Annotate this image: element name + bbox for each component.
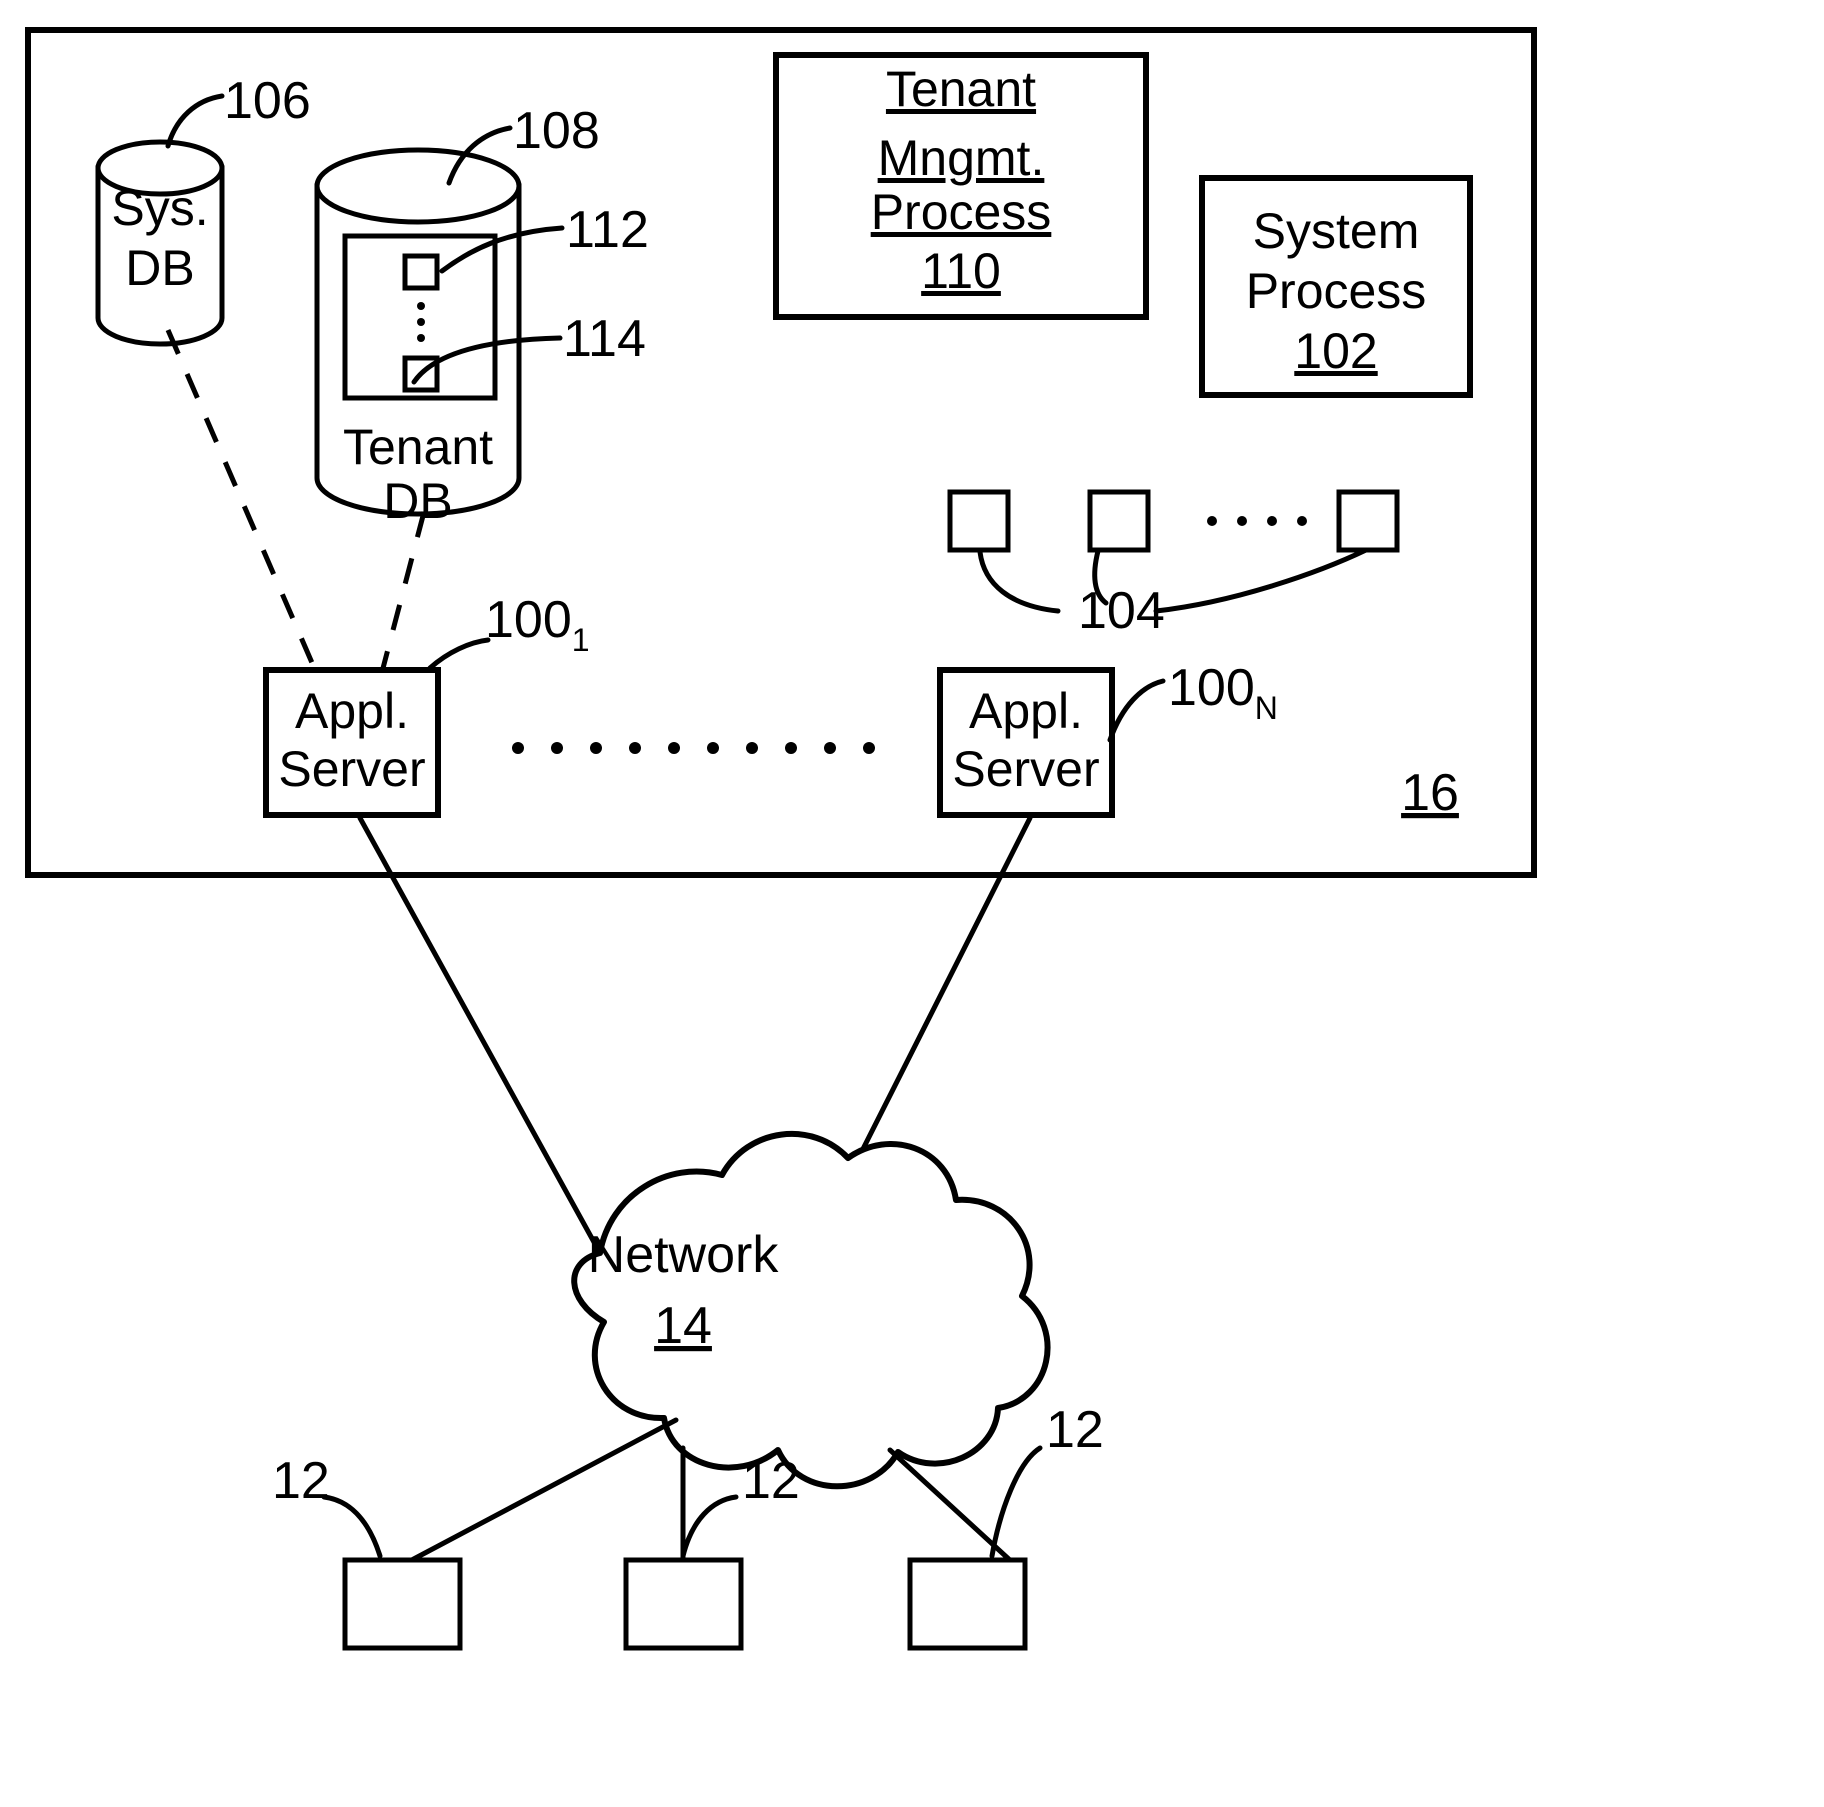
system-process-line2: Process	[1246, 263, 1427, 319]
network-ref-14: 14	[654, 1297, 712, 1355]
app-server-1-label-line2: Server	[278, 741, 425, 797]
figure-canvas: Sys. DB Tenant DB 106 108 112 114 Tenant…	[0, 0, 1824, 1807]
tenant-db-label-line1: Tenant	[343, 419, 493, 475]
sys-db-label-line1: Sys.	[111, 180, 208, 236]
ref-12-center: 12	[742, 1452, 800, 1510]
ref-114: 114	[563, 310, 646, 368]
ref-106: 106	[224, 72, 311, 130]
system-process-ref-102: 102	[1294, 323, 1377, 379]
ref-12-left: 12	[272, 1452, 330, 1510]
process-square-1	[947, 489, 1011, 553]
leader-12-right	[989, 1445, 1043, 1559]
process-square-n	[1336, 489, 1400, 553]
ref-112: 112	[566, 201, 649, 259]
link-appserver1-to-network	[357, 815, 603, 1256]
tenant-db-vertical-ellipsis	[417, 302, 425, 342]
tenant-db-label-line2: DB	[383, 473, 452, 529]
tenant-management-process-line1: Tenant	[886, 61, 1036, 117]
network-label: Network	[588, 1226, 780, 1284]
app-server-n-label-line1: Appl.	[969, 683, 1083, 739]
process-square-2	[1087, 489, 1151, 553]
leader-12-left	[321, 1494, 383, 1559]
app-server-1-label-line1: Appl.	[295, 683, 409, 739]
user-system-left-box	[342, 1557, 463, 1651]
sys-db-label-line2: DB	[125, 240, 194, 296]
tenant-management-process-line2: Mngmt.	[878, 130, 1045, 186]
user-system-right-box	[907, 1557, 1028, 1651]
user-system-center-box	[623, 1557, 744, 1651]
tenant-management-process-line3: Process	[871, 184, 1052, 240]
network-cloud	[571, 1130, 1051, 1490]
link-network-to-user-left	[405, 1417, 679, 1565]
patent-figure: Sys. DB Tenant DB 106 108 112 114 Tenant…	[25, 27, 1537, 1651]
tenant-management-process-ref-110: 110	[921, 243, 1001, 299]
system-process-line1: System	[1253, 203, 1420, 259]
tenant-data-square-top	[402, 253, 440, 291]
leader-12-center	[680, 1494, 739, 1559]
ref-104: 104	[1078, 582, 1165, 640]
ref-16: 16	[1401, 764, 1459, 822]
ref-12-right: 12	[1046, 1401, 1104, 1459]
ref-108: 108	[513, 102, 600, 160]
app-server-n-label-line2: Server	[952, 741, 1099, 797]
